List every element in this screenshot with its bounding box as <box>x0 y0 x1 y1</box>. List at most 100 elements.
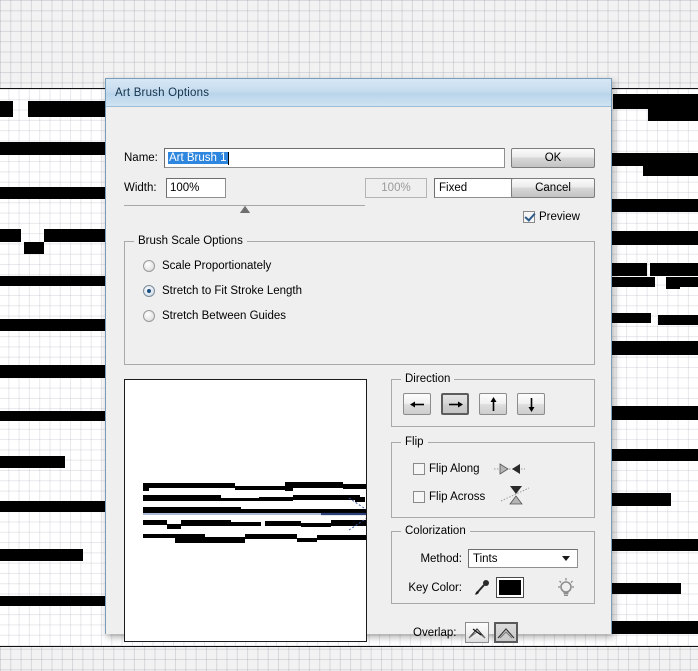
width-secondary-value: 100% <box>381 182 411 194</box>
radio-scale-proportionately[interactable]: Scale Proportionately <box>143 260 271 272</box>
brush-scale-options-group: Brush Scale Options Scale Proportionatel… <box>124 235 595 365</box>
arrow-up-icon <box>490 396 496 411</box>
flip-along-row[interactable]: Flip Along <box>413 462 526 476</box>
artwork-bar <box>611 231 698 245</box>
flip-across-row[interactable]: Flip Across <box>413 486 531 506</box>
key-color-label: Key Color: <box>408 581 462 594</box>
direction-group: Direction <box>391 373 595 427</box>
width-input[interactable]: 100% <box>166 178 226 198</box>
dialog-body: Name: Art Brush 1 Width: 100% 100% Fixed… <box>106 107 611 643</box>
flip-across-checkbox[interactable] <box>413 490 425 503</box>
radio-stretch-between-guides-input[interactable] <box>143 310 155 322</box>
preview-checkbox-row[interactable]: Preview <box>523 211 580 223</box>
ok-button-label: OK <box>544 152 562 164</box>
method-dropdown[interactable]: Tints <box>468 549 578 568</box>
arrow-right-icon <box>448 401 463 407</box>
artwork-bar <box>0 596 108 606</box>
artwork-bar <box>24 242 44 254</box>
radio-scale-proportionately-label: Scale Proportionately <box>162 260 272 272</box>
preview-label: Preview <box>539 211 580 223</box>
brush-preview-pane <box>124 379 367 642</box>
cancel-button-label: Cancel <box>535 182 571 194</box>
artwork-bar <box>611 277 655 287</box>
arrow-down-icon <box>528 397 534 412</box>
overlap-label: Overlap: <box>413 626 457 639</box>
dialog-title: Art Brush Options <box>115 86 210 99</box>
flip-title: Flip <box>401 436 428 448</box>
artwork-bar <box>28 101 108 117</box>
ok-button[interactable]: OK <box>511 148 595 168</box>
name-label: Name: <box>124 152 158 164</box>
preview-checkbox[interactable] <box>523 211 535 223</box>
artwork-bar <box>0 276 108 286</box>
cancel-button[interactable]: Cancel <box>511 178 595 198</box>
key-color-swatch-fill <box>499 580 521 595</box>
direction-left-button[interactable] <box>403 393 431 415</box>
flip-along-label: Flip Along <box>429 463 480 475</box>
arrow-left-icon <box>409 401 424 407</box>
radio-stretch-between-guides-label: Stretch Between Guides <box>162 310 287 322</box>
colorization-title: Colorization <box>401 525 470 537</box>
overlap-prevent-icon <box>498 627 515 638</box>
artwork-bar <box>0 142 108 155</box>
overlap-row: Overlap: <box>413 622 519 643</box>
artwork-bar <box>0 187 108 199</box>
direction-right-button[interactable] <box>441 393 469 415</box>
overlap-prevent-button[interactable] <box>494 622 519 643</box>
text-caret <box>227 151 229 165</box>
artwork-bar <box>611 449 698 461</box>
direction-down-button[interactable] <box>517 393 545 415</box>
radio-stretch-between-guides[interactable]: Stretch Between Guides <box>143 310 286 322</box>
artwork-bar <box>0 101 13 117</box>
artwork-bar <box>611 406 698 420</box>
flip-across-label: Flip Across <box>429 490 486 503</box>
eyedropper-icon[interactable] <box>473 579 491 597</box>
direction-up-button[interactable] <box>479 393 507 415</box>
key-color-swatch[interactable] <box>496 577 524 598</box>
overlap-allow-button[interactable] <box>465 622 490 643</box>
artwork-bar <box>666 263 698 276</box>
dialog-titlebar: Art Brush Options <box>106 79 611 107</box>
radio-scale-proportionately-input[interactable] <box>143 260 155 272</box>
artwork-bar <box>666 277 680 289</box>
artwork-bar <box>0 456 65 468</box>
flip-along-checkbox[interactable] <box>413 463 425 475</box>
width-slider-thumb[interactable] <box>240 206 250 213</box>
name-input-value: Art Brush 1 <box>168 152 228 164</box>
method-row: Method: Tints <box>402 549 578 568</box>
name-input[interactable]: Art Brush 1 <box>164 148 505 168</box>
direction-title: Direction <box>401 373 455 385</box>
width-mode-value: Fixed <box>439 182 468 194</box>
artwork-bar <box>611 263 647 276</box>
artwork-bar <box>0 549 83 561</box>
artwork-bar <box>611 583 681 594</box>
artwork-bar <box>643 166 698 176</box>
artwork-bar <box>658 315 698 325</box>
artwork-bar <box>611 493 671 506</box>
radio-stretch-to-fit-stroke-length-label: Stretch to Fit Stroke Length <box>162 285 302 297</box>
overlap-allow-icon <box>469 627 486 638</box>
art-brush-options-dialog: Art Brush Options Name: Art Brush 1 Widt… <box>105 78 612 643</box>
width-row: Width: 100% 100% Fixed <box>124 178 567 198</box>
artwork-bar <box>611 153 698 166</box>
preview-path-arrow-icon <box>143 497 366 531</box>
artwork-bar <box>611 621 698 634</box>
artwork-bar <box>0 319 108 331</box>
flip-across-preview-icon <box>501 486 530 505</box>
width-secondary-input[interactable]: 100% <box>365 178 427 198</box>
brush-scale-options-title: Brush Scale Options <box>134 235 247 247</box>
artwork-bar <box>611 341 698 355</box>
radio-stretch-to-fit-stroke-length-input[interactable] <box>143 285 155 297</box>
direction-buttons <box>403 393 545 415</box>
radio-stretch-to-fit-stroke-length[interactable]: Stretch to Fit Stroke Length <box>143 285 302 297</box>
name-row: Name: Art Brush 1 <box>124 148 505 168</box>
lightbulb-icon[interactable] <box>557 577 575 598</box>
artwork-bar <box>611 539 698 551</box>
chevron-down-icon <box>562 556 570 561</box>
artwork-bar <box>650 263 666 276</box>
artwork-bar <box>611 199 698 212</box>
width-label: Width: <box>124 182 157 194</box>
artwork-bar <box>44 229 108 242</box>
method-label: Method: <box>420 552 462 565</box>
artwork-bar <box>611 313 651 323</box>
